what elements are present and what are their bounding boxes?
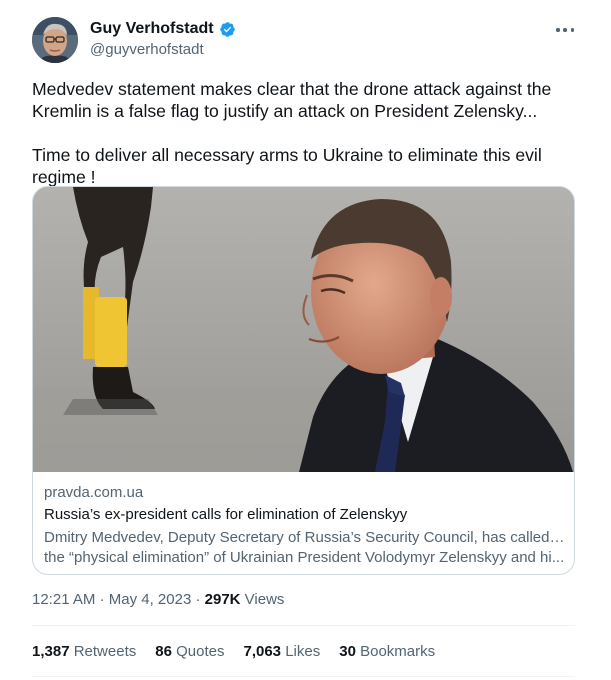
- author-name-row[interactable]: Guy Verhofstadt: [90, 20, 236, 38]
- link-card-title[interactable]: Russia’s ex-president calls for eliminat…: [44, 506, 407, 523]
- quotes-count: 86: [155, 643, 172, 660]
- views-count: 297K: [204, 591, 241, 608]
- link-card-description: Dmitry Medvedev, Deputy Secretary of Rus…: [44, 528, 566, 568]
- engagement-stats: 1,387 Retweets 86 Quotes 7,063 Likes 30 …: [32, 643, 454, 660]
- verified-badge-icon: [219, 21, 236, 38]
- retweets-count: 1,387: [32, 643, 70, 660]
- views-label: Views: [244, 591, 285, 608]
- quotes-label: Quotes: [176, 643, 225, 660]
- author-display-name[interactable]: Guy Verhofstadt: [90, 20, 214, 38]
- avatar-photo-icon: [32, 17, 78, 63]
- likes-stat[interactable]: 7,063 Likes: [243, 643, 320, 660]
- link-card-image[interactable]: [33, 187, 574, 472]
- link-card[interactable]: pravda.com.ua Russia’s ex-president call…: [32, 186, 575, 575]
- tweet-text: Medvedev statement makes clear that the …: [32, 79, 552, 187]
- meta-separator: ·: [195, 591, 201, 608]
- tweet-time[interactable]: 12:21 AM: [32, 591, 95, 608]
- tweet-meta: 12:21 AM · May 4, 2023 · 297K Views: [32, 591, 284, 608]
- likes-label: Likes: [285, 643, 321, 660]
- retweets-label: Retweets: [73, 643, 137, 660]
- medvedev-photo-icon: [33, 187, 574, 472]
- author-handle[interactable]: @guyverhofstadt: [90, 41, 204, 58]
- tweet-date[interactable]: May 4, 2023: [109, 591, 192, 608]
- retweets-stat[interactable]: 1,387 Retweets: [32, 643, 136, 660]
- author-avatar[interactable]: [32, 17, 78, 63]
- bookmarks-count: 30: [339, 643, 356, 660]
- more-options-icon[interactable]: [556, 21, 574, 39]
- bookmarks-label: Bookmarks: [360, 643, 436, 660]
- bookmarks-stat[interactable]: 30 Bookmarks: [339, 643, 435, 660]
- quotes-stat[interactable]: 86 Quotes: [155, 643, 224, 660]
- divider: [32, 676, 575, 677]
- divider: [32, 625, 575, 626]
- link-card-description-line: Dmitry Medvedev, Deputy Secretary of Rus…: [44, 529, 566, 546]
- likes-count: 7,063: [243, 643, 282, 660]
- link-card-domain: pravda.com.ua: [44, 484, 144, 501]
- link-card-description-line: the “physical elimination” of Ukrainian …: [44, 549, 565, 566]
- tweet: Guy Verhofstadt @guyverhofstadt Medvedev…: [0, 0, 611, 680]
- meta-separator: ·: [99, 591, 105, 608]
